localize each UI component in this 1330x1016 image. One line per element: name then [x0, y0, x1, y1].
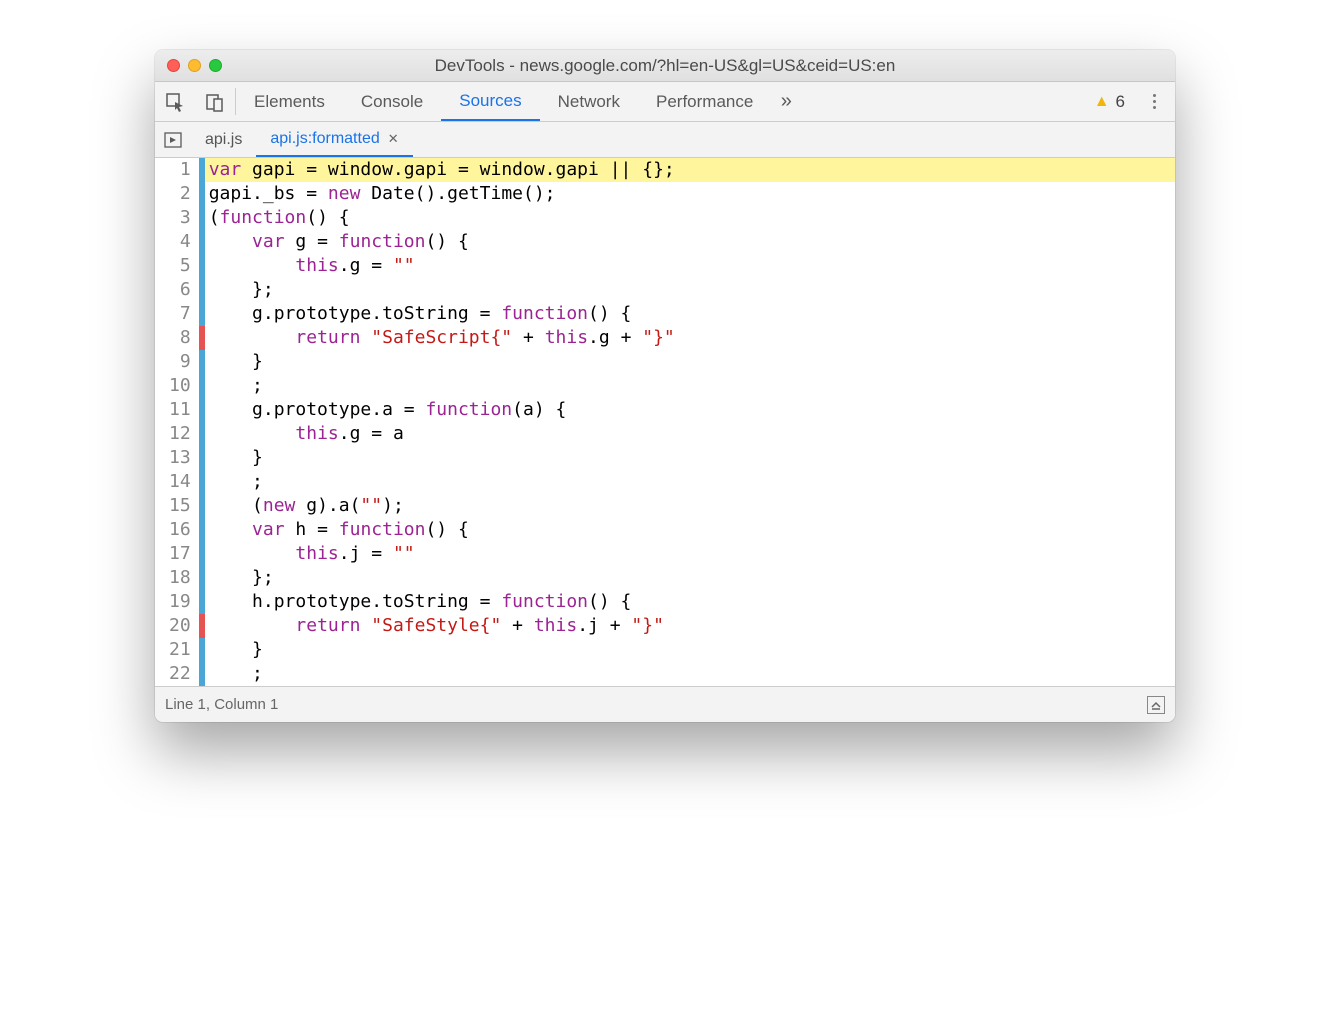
code-line[interactable]: return "SafeStyle{" + this.j + "}": [205, 614, 1175, 638]
code-line[interactable]: var h = function() {: [205, 518, 1175, 542]
warnings-counter[interactable]: ▲ 6: [1080, 82, 1139, 121]
tab-label: Network: [558, 92, 620, 112]
line-number[interactable]: 3: [169, 206, 191, 230]
line-number[interactable]: 11: [169, 398, 191, 422]
minimize-window-button[interactable]: [188, 59, 201, 72]
code-line[interactable]: return "SafeScript{" + this.g + "}": [205, 326, 1175, 350]
settings-menu-icon[interactable]: [1139, 82, 1169, 121]
line-number[interactable]: 18: [169, 566, 191, 590]
code-line[interactable]: this.j = "": [205, 542, 1175, 566]
line-number[interactable]: 6: [169, 278, 191, 302]
drawer-toggle-icon[interactable]: [1147, 696, 1165, 714]
code-line[interactable]: ;: [205, 470, 1175, 494]
line-number[interactable]: 20: [169, 614, 191, 638]
line-number[interactable]: 17: [169, 542, 191, 566]
line-number[interactable]: 19: [169, 590, 191, 614]
line-number[interactable]: 15: [169, 494, 191, 518]
close-tab-icon[interactable]: ✕: [388, 131, 399, 147]
tab-label: Console: [361, 92, 423, 112]
panel-tabs: Elements Console Sources Network Perform…: [155, 82, 1175, 122]
navigator-toggle-icon[interactable]: [155, 122, 191, 157]
code-area[interactable]: var gapi = window.gapi = window.gapi || …: [205, 158, 1175, 686]
code-line[interactable]: var g = function() {: [205, 230, 1175, 254]
line-number[interactable]: 10: [169, 374, 191, 398]
inspect-element-icon[interactable]: [155, 82, 195, 121]
cursor-position: Line 1, Column 1: [165, 696, 278, 713]
close-window-button[interactable]: [167, 59, 180, 72]
warning-icon: ▲: [1094, 93, 1110, 111]
code-editor[interactable]: 12345678910111213141516171819202122 var …: [155, 158, 1175, 686]
tab-performance[interactable]: Performance: [638, 82, 771, 121]
file-tab-api-js[interactable]: api.js: [191, 122, 256, 157]
more-tabs-icon[interactable]: »: [771, 82, 801, 121]
code-line[interactable]: var gapi = window.gapi = window.gapi || …: [205, 158, 1175, 182]
tab-sources[interactable]: Sources: [441, 82, 539, 121]
code-line[interactable]: ;: [205, 662, 1175, 686]
tab-console[interactable]: Console: [343, 82, 441, 121]
code-line[interactable]: gapi._bs = new Date().getTime();: [205, 182, 1175, 206]
devtools-window: DevTools - news.google.com/?hl=en-US&gl=…: [155, 50, 1175, 722]
tab-label: Performance: [656, 92, 753, 112]
code-line[interactable]: h.prototype.toString = function() {: [205, 590, 1175, 614]
code-line[interactable]: }: [205, 638, 1175, 662]
code-line[interactable]: }: [205, 446, 1175, 470]
line-number[interactable]: 9: [169, 350, 191, 374]
code-line[interactable]: };: [205, 278, 1175, 302]
line-number[interactable]: 14: [169, 470, 191, 494]
line-number[interactable]: 2: [169, 182, 191, 206]
line-number[interactable]: 5: [169, 254, 191, 278]
code-line[interactable]: g.prototype.a = function(a) {: [205, 398, 1175, 422]
tab-network[interactable]: Network: [540, 82, 638, 121]
line-number[interactable]: 4: [169, 230, 191, 254]
line-number[interactable]: 1: [169, 158, 191, 182]
code-line[interactable]: (function() {: [205, 206, 1175, 230]
titlebar: DevTools - news.google.com/?hl=en-US&gl=…: [155, 50, 1175, 82]
code-line[interactable]: this.g = "": [205, 254, 1175, 278]
device-toggle-icon[interactable]: [195, 82, 235, 121]
code-line[interactable]: ;: [205, 374, 1175, 398]
window-title: DevTools - news.google.com/?hl=en-US&gl=…: [155, 56, 1175, 76]
line-number[interactable]: 21: [169, 638, 191, 662]
zoom-window-button[interactable]: [209, 59, 222, 72]
line-gutter: 12345678910111213141516171819202122: [155, 158, 199, 686]
code-line[interactable]: (new g).a("");: [205, 494, 1175, 518]
code-line[interactable]: this.g = a: [205, 422, 1175, 446]
code-line[interactable]: }: [205, 350, 1175, 374]
line-number[interactable]: 12: [169, 422, 191, 446]
warning-count-value: 6: [1116, 92, 1125, 112]
line-number[interactable]: 8: [169, 326, 191, 350]
tab-label: Sources: [459, 91, 521, 111]
code-line[interactable]: };: [205, 566, 1175, 590]
tab-elements[interactable]: Elements: [236, 82, 343, 121]
file-tab-api-js-formatted[interactable]: api.js:formatted ✕: [256, 122, 412, 157]
file-tab-label: api.js: [205, 131, 242, 149]
line-number[interactable]: 7: [169, 302, 191, 326]
file-tabs: api.js api.js:formatted ✕: [155, 122, 1175, 158]
code-line[interactable]: g.prototype.toString = function() {: [205, 302, 1175, 326]
line-number[interactable]: 22: [169, 662, 191, 686]
statusbar: Line 1, Column 1: [155, 686, 1175, 722]
file-tab-label: api.js:formatted: [270, 130, 379, 148]
traffic-lights: [167, 59, 222, 72]
tab-label: Elements: [254, 92, 325, 112]
line-number[interactable]: 13: [169, 446, 191, 470]
line-number[interactable]: 16: [169, 518, 191, 542]
